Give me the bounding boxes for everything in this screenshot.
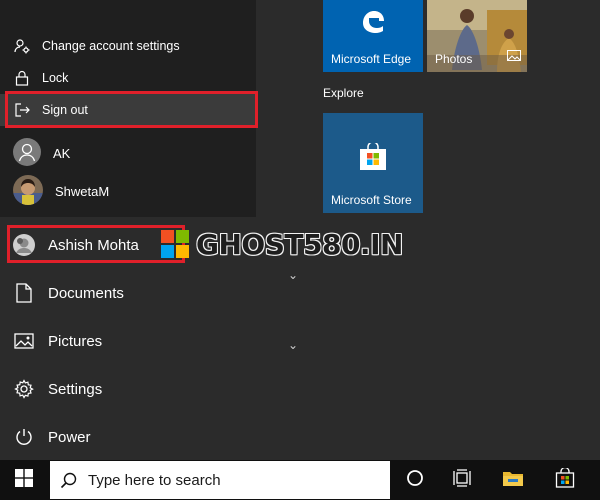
photos-icon bbox=[507, 48, 521, 66]
account-flyout: Change account settings Lock Sign out AK bbox=[0, 0, 256, 217]
user-shwetam-item[interactable]: ShwetaM bbox=[0, 173, 256, 209]
taskbar-search-box[interactable]: Type here to search bbox=[50, 461, 390, 499]
sign-out-label: Sign out bbox=[42, 103, 88, 117]
document-icon bbox=[13, 282, 35, 304]
search-icon bbox=[60, 471, 78, 489]
expand-group-chevron-icon[interactable]: ⌄ bbox=[288, 268, 298, 282]
taskbar: Type here to search bbox=[0, 460, 600, 500]
tile-microsoft-edge[interactable]: Microsoft Edge bbox=[323, 0, 423, 72]
nav-power-label: Power bbox=[48, 428, 91, 446]
nav-settings-label: Settings bbox=[48, 380, 103, 398]
change-account-settings-label: Change account settings bbox=[42, 39, 180, 53]
tile-photos[interactable]: Photos bbox=[427, 0, 527, 72]
nav-documents[interactable]: Documents bbox=[0, 271, 256, 315]
store-taskbar-button[interactable] bbox=[541, 460, 589, 500]
start-button[interactable] bbox=[0, 460, 48, 500]
change-account-settings-item[interactable]: Change account settings bbox=[0, 30, 256, 62]
user-avatar bbox=[13, 234, 35, 256]
watermark-text: GHOST580.IN bbox=[196, 227, 403, 261]
sign-out-item[interactable]: Sign out bbox=[0, 94, 256, 126]
nav-settings[interactable]: Settings bbox=[0, 367, 256, 411]
cortana-circle-icon bbox=[406, 469, 424, 492]
user-settings-icon bbox=[12, 36, 32, 56]
power-icon bbox=[13, 426, 35, 448]
user-shwetam-label: ShwetaM bbox=[55, 183, 110, 199]
store-bag-icon bbox=[555, 466, 575, 493]
start-menu-screen: Change account settings Lock Sign out AK bbox=[0, 0, 600, 500]
lock-item[interactable]: Lock bbox=[0, 62, 256, 94]
task-view-button[interactable] bbox=[438, 460, 486, 500]
windows-logo-icon bbox=[161, 230, 189, 258]
explore-section-label: Explore bbox=[323, 86, 364, 100]
tile-photos-label: Photos bbox=[435, 52, 473, 66]
task-view-icon bbox=[452, 468, 472, 492]
shwetam-avatar bbox=[13, 174, 43, 208]
user-ak-label: AK bbox=[53, 145, 71, 161]
watermark: GHOST580.IN bbox=[160, 226, 403, 262]
gear-icon bbox=[13, 378, 35, 400]
tile-edge-label: Microsoft Edge bbox=[331, 52, 412, 66]
nav-pictures-label: Pictures bbox=[48, 332, 103, 350]
windows-start-icon bbox=[15, 468, 33, 492]
store-icon bbox=[358, 141, 388, 176]
user-ak-item[interactable]: AK bbox=[0, 135, 256, 171]
expand-group-chevron-icon-2[interactable]: ⌄ bbox=[288, 338, 298, 352]
nav-pictures[interactable]: Pictures bbox=[0, 319, 256, 363]
file-explorer-button[interactable] bbox=[489, 460, 537, 500]
nav-power[interactable]: Power bbox=[0, 415, 256, 459]
nav-documents-label: Documents bbox=[48, 284, 124, 302]
nav-user-label: Ashish Mohta bbox=[48, 236, 139, 254]
folder-icon bbox=[502, 469, 524, 492]
generic-avatar-icon bbox=[13, 137, 41, 169]
picture-icon bbox=[13, 330, 35, 352]
sign-out-icon bbox=[12, 100, 32, 120]
search-placeholder: Type here to search bbox=[88, 471, 221, 489]
tile-microsoft-store[interactable]: Microsoft Store bbox=[323, 113, 423, 213]
edge-icon bbox=[359, 8, 387, 41]
lock-label: Lock bbox=[42, 71, 69, 85]
tile-store-label: Microsoft Store bbox=[331, 193, 412, 207]
lock-icon bbox=[12, 68, 32, 88]
cortana-button[interactable] bbox=[391, 460, 439, 500]
